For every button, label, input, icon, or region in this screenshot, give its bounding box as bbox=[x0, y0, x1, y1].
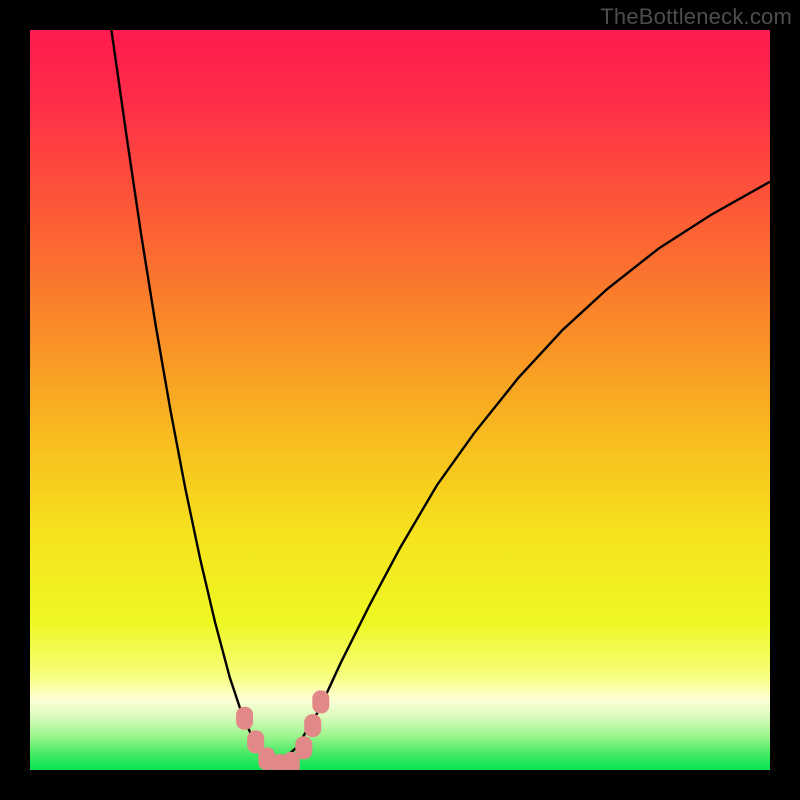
watermark-text: TheBottleneck.com bbox=[600, 4, 792, 30]
gradient-background bbox=[30, 30, 770, 770]
plot-area bbox=[30, 30, 770, 770]
marker-point bbox=[304, 714, 321, 737]
marker-point bbox=[312, 690, 329, 713]
plot-svg bbox=[30, 30, 770, 770]
chart-frame: TheBottleneck.com bbox=[0, 0, 800, 800]
marker-point bbox=[295, 736, 312, 759]
marker-point bbox=[236, 707, 253, 730]
